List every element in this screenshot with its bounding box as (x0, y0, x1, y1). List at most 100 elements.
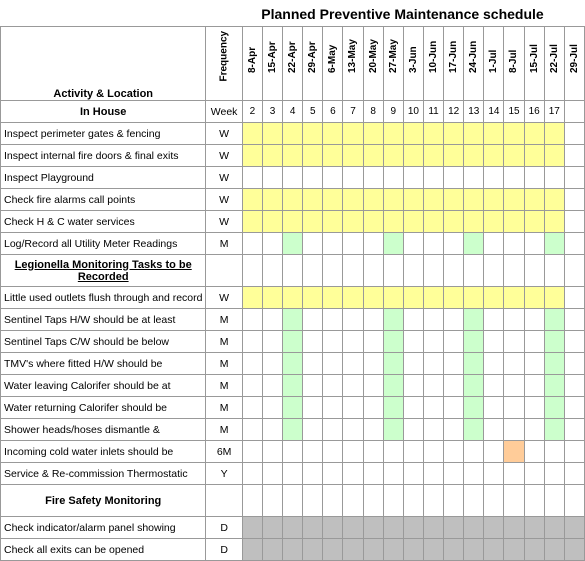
schedule-cell (242, 189, 262, 211)
schedule-cell (303, 189, 323, 211)
schedule-cell (323, 419, 343, 441)
schedule-cell (343, 517, 363, 539)
schedule-cell (504, 539, 524, 561)
schedule-cell (283, 463, 303, 485)
schedule-cell (504, 233, 524, 255)
frequency-cell: D (206, 517, 242, 539)
section-in-house: In House (1, 101, 206, 123)
schedule-cell (444, 463, 464, 485)
schedule-cell (303, 233, 323, 255)
schedule-cell (343, 123, 363, 145)
schedule-cell (283, 397, 303, 419)
frequency-cell: W (206, 211, 242, 233)
table-row: Check indicator/alarm panel showingD (1, 517, 585, 539)
schedule-cell (242, 309, 262, 331)
header-date: 20-May (363, 27, 383, 101)
schedule-cell (484, 441, 504, 463)
schedule-cell (524, 167, 544, 189)
header-activity: Activity & Location (1, 27, 206, 101)
schedule-cell (403, 145, 423, 167)
schedule-cell (464, 211, 484, 233)
activity-cell: Check H & C water services (1, 211, 206, 233)
schedule-cell (242, 397, 262, 419)
schedule-cell (423, 331, 443, 353)
schedule-cell (444, 123, 464, 145)
schedule-cell (283, 517, 303, 539)
schedule-cell (363, 419, 383, 441)
schedule-cell (504, 145, 524, 167)
schedule-cell (403, 167, 423, 189)
schedule-cell (262, 441, 282, 463)
schedule-cell (564, 123, 584, 145)
schedule-cell (504, 517, 524, 539)
table-row: Shower heads/hoses dismantle &M (1, 419, 585, 441)
schedule-cell (544, 145, 564, 167)
schedule-cell (564, 441, 584, 463)
schedule-cell (504, 419, 524, 441)
activity-cell: Little used outlets flush through and re… (1, 287, 206, 309)
schedule-cell (303, 167, 323, 189)
schedule-cell (524, 309, 544, 331)
schedule-cell (403, 419, 423, 441)
schedule-cell (403, 441, 423, 463)
schedule-cell (504, 375, 524, 397)
schedule-cell (423, 189, 443, 211)
schedule-cell (403, 233, 423, 255)
table-row: Incoming cold water inlets should be6M (1, 441, 585, 463)
schedule-cell (484, 353, 504, 375)
activity-cell: Sentinel Taps C/W should be below (1, 331, 206, 353)
schedule-cell (383, 167, 403, 189)
schedule-cell (544, 353, 564, 375)
schedule-cell (444, 517, 464, 539)
table-row: Little used outlets flush through and re… (1, 287, 585, 309)
schedule-cell (323, 189, 343, 211)
schedule-cell (363, 331, 383, 353)
activity-cell: Sentinel Taps H/W should be at least (1, 309, 206, 331)
schedule-cell (564, 517, 584, 539)
frequency-cell: W (206, 145, 242, 167)
schedule-cell (343, 539, 363, 561)
schedule-cell (283, 419, 303, 441)
schedule-cell (283, 167, 303, 189)
schedule-cell (464, 463, 484, 485)
schedule-cell (262, 397, 282, 419)
schedule-cell (323, 353, 343, 375)
schedule-cell (544, 211, 564, 233)
schedule-cell (423, 397, 443, 419)
schedule-cell (544, 539, 564, 561)
schedule-cell (484, 211, 504, 233)
schedule-cell (383, 331, 403, 353)
schedule-cell (544, 441, 564, 463)
schedule-cell (283, 353, 303, 375)
schedule-cell (423, 463, 443, 485)
activity-cell: Check fire alarms call points (1, 189, 206, 211)
schedule-cell (343, 419, 363, 441)
table-row: Inspect perimeter gates & fencingW (1, 123, 585, 145)
schedule-cell (283, 123, 303, 145)
schedule-cell (242, 419, 262, 441)
schedule-cell (323, 539, 343, 561)
schedule-cell (524, 211, 544, 233)
schedule-cell (464, 189, 484, 211)
schedule-cell (564, 419, 584, 441)
schedule-cell (303, 463, 323, 485)
schedule-cell (564, 145, 584, 167)
schedule-cell (464, 287, 484, 309)
schedule-cell (363, 375, 383, 397)
activity-cell: Shower heads/hoses dismantle & (1, 419, 206, 441)
schedule-cell (524, 539, 544, 561)
schedule-cell (444, 167, 464, 189)
schedule-cell (303, 211, 323, 233)
schedule-cell (464, 397, 484, 419)
frequency-cell: W (206, 167, 242, 189)
schedule-cell (363, 233, 383, 255)
schedule-cell (403, 189, 423, 211)
frequency-cell: W (206, 123, 242, 145)
schedule-cell (303, 419, 323, 441)
header-date: 15-Apr (262, 27, 282, 101)
schedule-cell (363, 123, 383, 145)
schedule-cell (303, 397, 323, 419)
header-date: 8-Jul (504, 27, 524, 101)
schedule-cell (484, 397, 504, 419)
schedule-cell (524, 233, 544, 255)
